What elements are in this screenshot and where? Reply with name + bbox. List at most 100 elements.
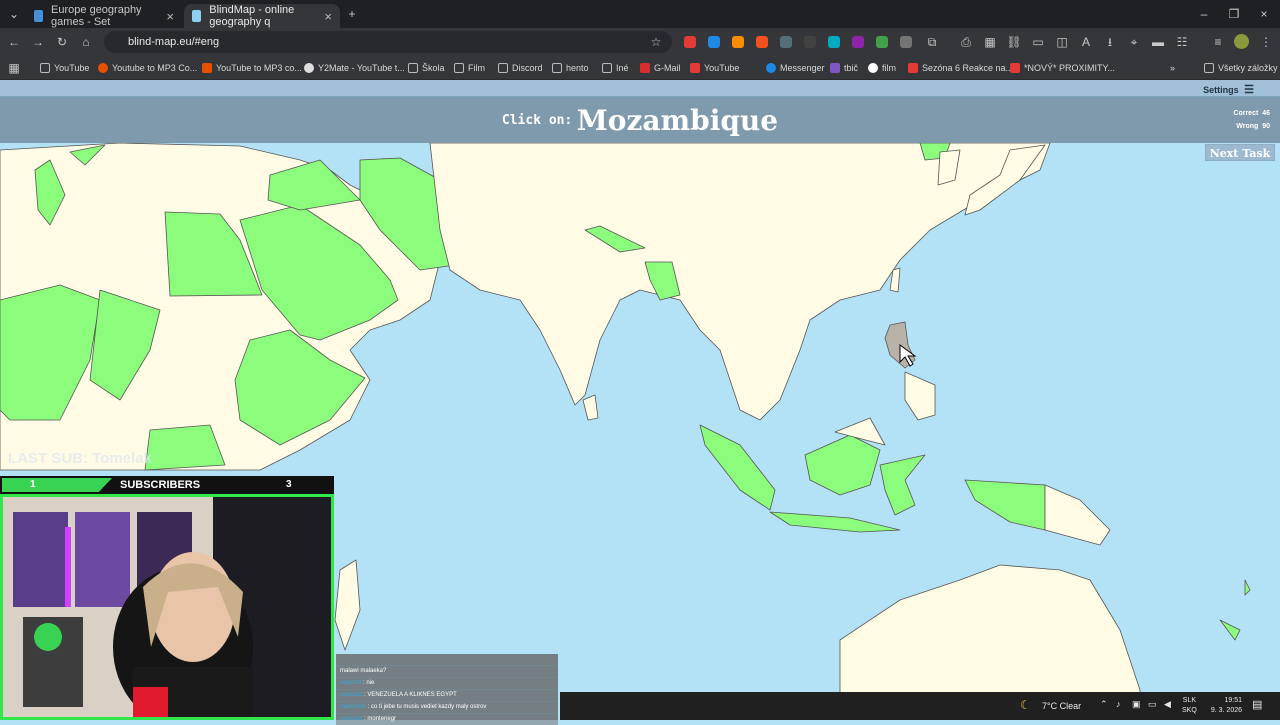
extensions-puzzle-icon[interactable]: ⧉	[924, 34, 940, 50]
bookmark-item[interactable]: Iné	[602, 60, 629, 76]
translate-icon[interactable]: A	[1078, 34, 1094, 50]
folder-icon	[602, 63, 612, 73]
network-icon[interactable]: ▭	[1148, 699, 1157, 710]
youtube-icon	[1010, 63, 1020, 73]
bookmark-item[interactable]: film	[868, 60, 896, 76]
weather-widget[interactable]: 7°C Clear	[1042, 701, 1081, 711]
settings-button[interactable]: Settings ☰	[1203, 83, 1254, 96]
extension-icon[interactable]	[804, 36, 816, 48]
bookmark-item[interactable]: Youtube to MP3 Co...	[98, 60, 197, 76]
bookmark-item[interactable]: Škola	[408, 60, 445, 76]
sub-goal-label: SUBSCRIBERS	[120, 479, 201, 491]
blindmap-icon	[192, 10, 202, 22]
url-text: blind-map.eu/#eng	[128, 36, 220, 48]
extension-icon[interactable]	[828, 36, 840, 48]
site-topbar	[0, 80, 1280, 97]
bookmark-item[interactable]: YouTube to MP3 co...	[202, 60, 302, 76]
correct-label: Correct	[1233, 110, 1259, 117]
folder-icon	[1204, 63, 1214, 73]
bookmark-item[interactable]: hento	[552, 60, 589, 76]
moon-icon: ☾	[1020, 698, 1031, 712]
more-bookmarks-icon[interactable]: »	[1170, 60, 1175, 76]
back-icon[interactable]: ←	[6, 34, 22, 50]
profile-avatar[interactable]	[1234, 34, 1249, 49]
folder-icon	[498, 63, 508, 73]
download-icon[interactable]: ⭳	[1102, 34, 1118, 50]
grid-icon[interactable]: ▦	[982, 34, 998, 50]
extension-icon[interactable]	[876, 36, 888, 48]
site-icon	[202, 63, 212, 73]
folder-icon	[40, 63, 50, 73]
vpn-icon[interactable]: ☷	[1174, 34, 1190, 50]
extension-icon[interactable]	[900, 36, 912, 48]
bookmark-item[interactable]: G-Mail	[640, 60, 681, 76]
tab-label: Europe geography games - Set	[51, 4, 142, 28]
chat-line: vanerzd : nie	[336, 678, 558, 689]
bookmark-item[interactable]: Messenger	[766, 60, 825, 76]
sub-goal-current: 1	[30, 479, 36, 490]
extension-icon[interactable]	[852, 36, 864, 48]
tab-blindmap[interactable]: BlindMap - online geography q ×	[184, 4, 340, 28]
bookmark-item[interactable]: YouTube	[40, 60, 89, 76]
chat-line: malawi malaeka?	[336, 666, 558, 677]
card-icon[interactable]: ▬	[1150, 34, 1166, 50]
all-bookmarks[interactable]: Všetky záložky	[1204, 60, 1278, 76]
chat-line	[336, 654, 558, 665]
webcam-image	[3, 497, 331, 717]
tab-search-icon[interactable]: ⌄	[6, 6, 22, 22]
bookmark-item[interactable]: Sezóna 6 Reakce na...	[908, 60, 1013, 76]
address-bar[interactable]: blind-map.eu/#eng	[104, 31, 672, 53]
location-icon[interactable]: ⌖	[1126, 34, 1142, 50]
extension-icon[interactable]	[756, 36, 768, 48]
extension-icon[interactable]	[732, 36, 744, 48]
sidebar-icon[interactable]: ≡	[1210, 34, 1226, 50]
microphone-icon[interactable]: ♪	[1116, 699, 1121, 709]
bookmark-item[interactable]: tbič	[830, 60, 858, 76]
reload-icon[interactable]: ↻	[54, 34, 70, 50]
close-icon[interactable]: ×	[166, 9, 174, 24]
google-icon	[868, 63, 878, 73]
tab-label: BlindMap - online geography q	[209, 4, 295, 28]
close-icon[interactable]: ×	[324, 9, 332, 24]
tray-chevron-icon[interactable]: ⌃	[1100, 699, 1108, 710]
sub-goal-fill	[2, 478, 112, 492]
chat-line: vanezxd : VENEZUELA A KLIKNES EGYPT	[336, 690, 558, 701]
task-prefix: Click on:	[501, 113, 573, 128]
cast-icon[interactable]: ▭	[1030, 34, 1046, 50]
bookmark-item[interactable]: Film	[454, 60, 485, 76]
notifications-icon[interactable]: ▤	[1252, 698, 1262, 711]
bookmark-item[interactable]: *NOVÝ* PROXIMITY...	[1010, 60, 1115, 76]
menu-kebab-icon[interactable]: ⋮	[1258, 34, 1274, 50]
language-indicator[interactable]: SLK SKQ	[1182, 696, 1197, 716]
chat-overlay: malawi malaeka? vanerzd : nie vanezxd : …	[336, 654, 558, 725]
extension-icon[interactable]	[684, 36, 696, 48]
bookmark-star-icon[interactable]: ☆	[648, 34, 664, 50]
screenshot-icon[interactable]: ◫	[1054, 34, 1070, 50]
apps-grid-icon[interactable]: ▦	[6, 60, 22, 76]
bookmark-item[interactable]: Y2Mate - YouTube t...	[304, 60, 405, 76]
hamburger-icon: ☰	[1244, 84, 1254, 96]
windows-taskbar	[560, 692, 1280, 720]
youtube-icon	[690, 63, 700, 73]
window-close-icon[interactable]: ×	[1256, 6, 1272, 22]
new-tab-icon[interactable]: +	[344, 6, 360, 22]
webcam-feed	[0, 494, 334, 720]
clock[interactable]: 19:51 9. 3. 2026	[1206, 696, 1242, 716]
tray-app-icon[interactable]: ▣	[1132, 699, 1141, 710]
print-icon[interactable]: ⎙	[958, 34, 974, 50]
bookmark-item[interactable]: YouTube	[690, 60, 739, 76]
extension-icon[interactable]	[708, 36, 720, 48]
link-icon[interactable]: ⛓	[1006, 34, 1022, 50]
score-panel: Correct 46 Wrong 90	[1233, 107, 1270, 133]
home-icon[interactable]: ⌂	[78, 34, 94, 50]
forward-icon[interactable]: →	[30, 34, 46, 50]
restore-icon[interactable]: ❐	[1226, 6, 1242, 22]
last-sub-label: LAST SUB: Tomelak	[8, 450, 152, 467]
bookmark-item[interactable]: Discord	[498, 60, 543, 76]
volume-icon[interactable]: ◀	[1164, 699, 1171, 710]
minimize-icon[interactable]: –	[1196, 6, 1212, 22]
tab-europe-geography[interactable]: Europe geography games - Set ×	[26, 4, 182, 28]
extension-icon[interactable]	[780, 36, 792, 48]
youtube-icon	[908, 63, 918, 73]
next-task-button[interactable]: Next Task	[1205, 144, 1275, 161]
